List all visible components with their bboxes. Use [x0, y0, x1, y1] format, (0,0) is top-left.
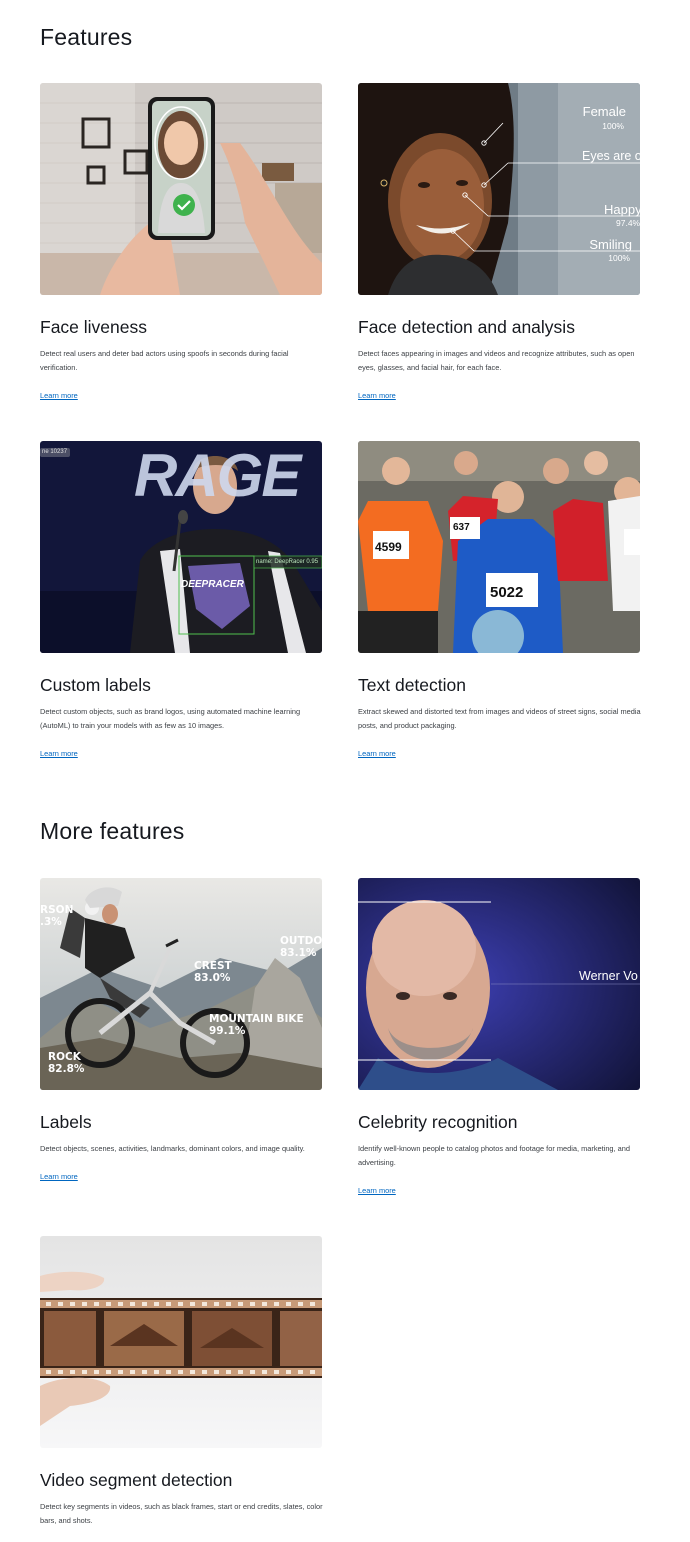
card-title: Text detection	[358, 675, 466, 695]
card-description: Identify well-known people to catalog ph…	[358, 1144, 630, 1167]
learn-more-link[interactable]: Learn more	[358, 391, 396, 400]
overlay-rock-pct: 82.8%	[48, 1063, 85, 1075]
card-face-detection: Female 100% Eyes are o Happy 97.4% Smili…	[358, 83, 641, 403]
card-custom-labels: RAGE ne 10237 name: DeepRacer 0.95 DEEPR…	[40, 441, 323, 761]
card-description: Extract skewed and distorted text from i…	[358, 707, 641, 730]
overlay-bike-pct: 99.1%	[209, 1025, 246, 1037]
overlay-happy-label: Happy	[604, 202, 640, 217]
overlay-female-label: Female	[582, 104, 626, 119]
card-title: Custom labels	[40, 675, 151, 695]
video-segment-image	[40, 1236, 322, 1448]
card-title: Video segment detection	[40, 1470, 233, 1490]
bib-number-1: 4599	[375, 540, 402, 554]
bib-number-3: 5022	[490, 584, 524, 601]
overlay-smiling-label: Smiling	[589, 237, 632, 252]
card-labels: RSON .3% OUTDO 83.1% CREST 83.0% MOUNTAI…	[40, 878, 323, 1184]
text-detection-image: 4599 637 5022	[358, 441, 640, 653]
card-title: Face detection and analysis	[358, 317, 575, 337]
overlay-crest-label: CREST	[194, 960, 232, 972]
card-text-detection: 4599 637 5022 Text detection Extract ske…	[358, 441, 641, 761]
labels-image: RSON .3% OUTDO 83.1% CREST 83.0% MOUNTAI…	[40, 878, 322, 1090]
overlay-female-pct: 100%	[602, 121, 624, 131]
overlay-tag-right: name: DeepRacer 0.95	[256, 559, 319, 565]
learn-more-link[interactable]: Learn more	[358, 1186, 396, 1195]
card-title: Celebrity recognition	[358, 1112, 518, 1132]
card-title: Face liveness	[40, 317, 147, 337]
overlay-person-pct: .3%	[40, 916, 62, 928]
card-face-liveness: Face liveness Detect real users and dete…	[40, 83, 323, 403]
card-celebrity-recognition: Werner Vo Celebrity recognition Identify…	[358, 878, 641, 1198]
features-heading: Features	[40, 24, 133, 50]
card-description: Detect custom objects, such as brand log…	[40, 707, 301, 730]
card-description: Detect key segments in videos, such as b…	[40, 1502, 323, 1525]
overlay-crest-pct: 83.0%	[194, 972, 231, 984]
overlay-tag-left: ne 10237	[42, 449, 68, 455]
more-features-heading: More features	[40, 818, 185, 844]
learn-more-link[interactable]: Learn more	[40, 391, 78, 400]
overlay-rock-label: ROCK	[48, 1051, 81, 1063]
learn-more-link[interactable]: Learn more	[358, 749, 396, 758]
deepracer-logo-text: DEEPRACER	[181, 579, 244, 590]
overlay-smiling-pct: 100%	[608, 253, 630, 263]
card-title: Labels	[40, 1112, 92, 1132]
overlay-person-label: RSON	[40, 904, 74, 916]
overlay-outdoor-pct: 83.1%	[280, 947, 317, 959]
overlay-outdoor-label: OUTDO	[280, 935, 322, 947]
backdrop-text: RAGE	[134, 442, 301, 509]
overlay-bike-label: MOUNTAIN BIKE	[209, 1013, 304, 1025]
learn-more-link[interactable]: Learn more	[40, 1172, 78, 1181]
learn-more-link[interactable]: Learn more	[40, 749, 78, 758]
custom-labels-image: RAGE ne 10237 name: DeepRacer 0.95 DEEPR…	[40, 441, 322, 653]
celebrity-image: Werner Vo	[358, 878, 640, 1090]
bib-number-2: 637	[453, 522, 470, 533]
overlay-celebrity-name: Werner Vo	[579, 969, 638, 983]
card-description: Detect faces appearing in images and vid…	[358, 349, 635, 372]
card-description: Detect real users and deter bad actors u…	[40, 349, 289, 372]
card-description: Detect objects, scenes, activities, land…	[40, 1144, 305, 1153]
overlay-eyes-label: Eyes are o	[582, 149, 640, 163]
overlay-happy-pct: 97.4%	[616, 218, 640, 228]
face-detection-image: Female 100% Eyes are o Happy 97.4% Smili…	[358, 83, 640, 295]
face-liveness-image	[40, 83, 322, 295]
card-video-segment-detection: Video segment detection Detect key segme…	[40, 1236, 323, 1528]
